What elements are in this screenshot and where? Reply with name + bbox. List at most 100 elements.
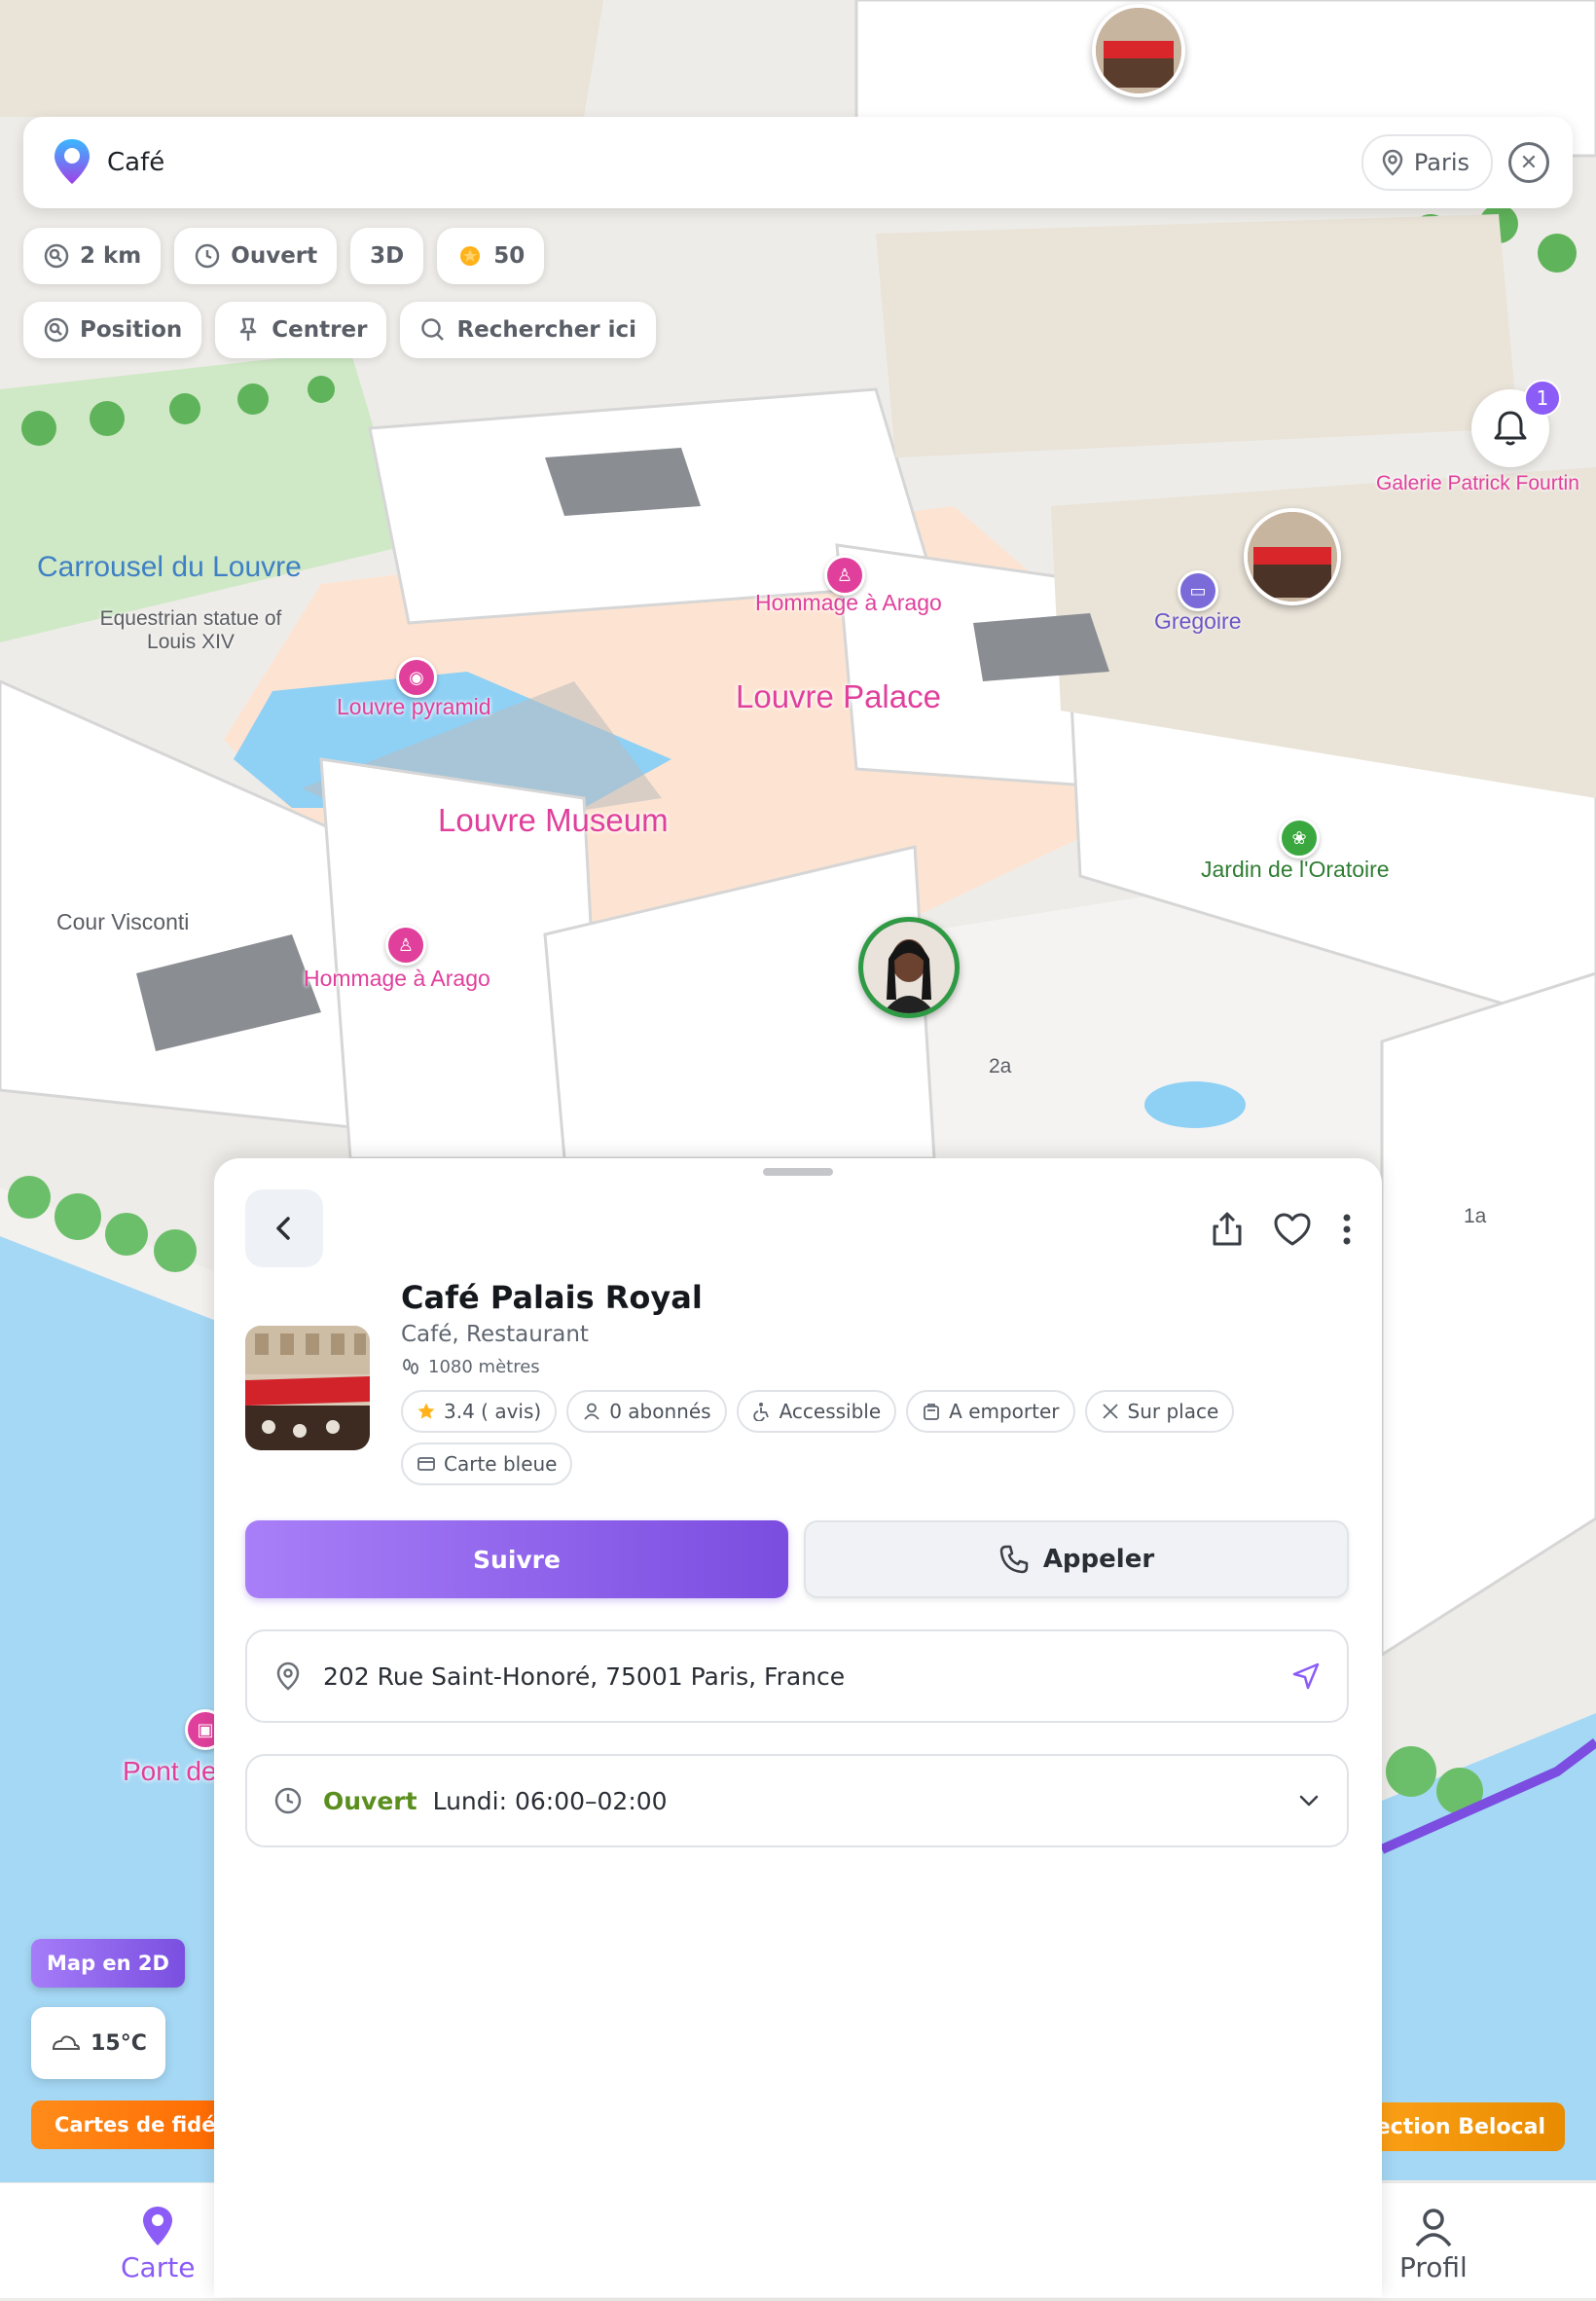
- takeaway-label: A emporter: [949, 1400, 1060, 1423]
- position-label: Position: [80, 317, 183, 343]
- filter-open-chip[interactable]: Ouvert: [174, 228, 338, 284]
- city-selector[interactable]: Paris: [1360, 134, 1493, 191]
- navigate-icon[interactable]: [1290, 1661, 1322, 1692]
- clock-icon: [196, 243, 220, 269]
- hotel-pin-icon[interactable]: ▭: [1178, 570, 1218, 611]
- map-label-equestrian[interactable]: Equestrian statue of Louis XIV: [93, 607, 288, 654]
- address-text: 202 Rue Saint-Honoré, 75001 Paris, Franc…: [323, 1662, 846, 1691]
- call-button[interactable]: Appeler: [804, 1520, 1349, 1598]
- heart-icon[interactable]: [1273, 1212, 1312, 1247]
- card-payment-label: Carte bleue: [444, 1452, 558, 1476]
- camera-pin-icon[interactable]: ◉: [396, 657, 437, 698]
- wheelchair-icon: [752, 1403, 769, 1421]
- map-label-galerie[interactable]: Galerie Patrick Fourtin: [1376, 472, 1579, 495]
- coin-icon: [460, 246, 481, 266]
- map-pin-icon: [143, 2207, 173, 2246]
- user-avatar-pin[interactable]: [858, 917, 960, 1018]
- monument-pin-icon[interactable]: ♙: [385, 925, 426, 966]
- place-detail-sheet: Café Palais Royal Café, Restaurant 1080 …: [214, 1158, 1382, 2297]
- notification-count-badge: 1: [1524, 380, 1561, 417]
- app-logo-icon: [54, 139, 90, 184]
- share-icon[interactable]: [1211, 1211, 1244, 1248]
- filter-open-label: Ouvert: [231, 243, 318, 269]
- map-label-pont[interactable]: Pont de: [123, 1756, 217, 1787]
- garden-pin-icon[interactable]: ❀: [1279, 818, 1320, 858]
- card-payment-tag: Carte bleue: [401, 1443, 573, 1485]
- call-label: Appeler: [1042, 1545, 1155, 1574]
- place-distance: 1080 mètres: [401, 1357, 540, 1377]
- cafe-photo-icon: [245, 1326, 370, 1450]
- search-icon: [421, 318, 445, 341]
- map-label-louvre-museum[interactable]: Louvre Museum: [438, 802, 669, 839]
- star-icon: [417, 1403, 435, 1419]
- map-label-louvre-palace[interactable]: Louvre Palace: [736, 678, 941, 715]
- followers-label: 0 abonnés: [609, 1400, 711, 1423]
- map-label-jardin[interactable]: Jardin de l'Oratoire: [1201, 857, 1390, 883]
- followers-tag[interactable]: 0 abonnés: [566, 1390, 727, 1433]
- filter-coins-label: 50: [493, 243, 526, 269]
- back-button[interactable]: [245, 1189, 323, 1267]
- map-label-cour-visconti[interactable]: Cour Visconti: [56, 909, 189, 935]
- radius-icon: [44, 243, 69, 269]
- user-icon: [584, 1403, 599, 1420]
- position-chip[interactable]: Position: [23, 302, 202, 358]
- opening-hours-field[interactable]: Ouvert Lundi: 06:00–02:00: [245, 1754, 1349, 1847]
- nav-profile-label: Profil: [1399, 2251, 1468, 2283]
- map-label-gregoire[interactable]: Gregoire: [1154, 608, 1241, 635]
- phone-icon: [999, 1545, 1029, 1574]
- location-pin-icon: [276, 1662, 300, 1691]
- filter-coins-chip[interactable]: 50: [437, 228, 545, 284]
- address-field[interactable]: 202 Rue Saint-Honoré, 75001 Paris, Franc…: [245, 1629, 1349, 1723]
- sheet-drag-handle[interactable]: [763, 1168, 833, 1176]
- nav-map-tab[interactable]: Carte: [121, 2205, 195, 2283]
- chevron-down-icon[interactable]: [1296, 1788, 1322, 1813]
- bag-icon: [924, 1404, 940, 1420]
- map-label-hommage-arago-2[interactable]: Hommage à Arago: [304, 966, 490, 992]
- distance-label: 1080 mètres: [428, 1357, 540, 1377]
- clock-icon: [274, 1787, 302, 1814]
- follow-button[interactable]: Suivre: [245, 1520, 788, 1598]
- filter-row-2: Position Centrer Rechercher ici: [23, 302, 657, 358]
- place-name: Café Palais Royal: [401, 1279, 703, 1316]
- rating-label: 3.4 ( avis): [444, 1400, 542, 1423]
- city-label: Paris: [1413, 149, 1469, 176]
- loyalty-cards-button[interactable]: Cartes de fidélité: [31, 2100, 226, 2149]
- map-label-1a: 1a: [1464, 1205, 1487, 1227]
- filter-3d-chip[interactable]: 3D: [350, 228, 424, 284]
- monument-pin-icon[interactable]: ♙: [824, 555, 865, 596]
- temperature-label: 15°C: [91, 2030, 147, 2056]
- nav-profile-tab[interactable]: Profil: [1399, 2205, 1468, 2283]
- search-bar[interactable]: Café Paris ✕: [23, 117, 1573, 208]
- place-tags: 3.4 ( avis) 0 abonnés Accessible A empor…: [401, 1390, 1257, 1485]
- place-category: Café, Restaurant: [401, 1322, 589, 1347]
- map-label-2a: 2a: [989, 1055, 1012, 1077]
- map-2d-toggle-button[interactable]: Map en 2D: [31, 1939, 185, 1988]
- search-here-chip[interactable]: Rechercher ici: [400, 302, 657, 358]
- search-input[interactable]: Café: [107, 148, 1361, 177]
- cafe-photo-pin-selected[interactable]: [1244, 508, 1341, 605]
- pin-icon: [240, 317, 257, 341]
- filter-row-1: 2 km Ouvert 3D 50: [23, 228, 545, 284]
- map-label-louvre-pyramid[interactable]: Louvre pyramid: [337, 694, 491, 720]
- cutlery-icon: [1102, 1404, 1118, 1419]
- filter-3d-label: 3D: [370, 243, 405, 269]
- cafe-photo-icon: [1248, 512, 1337, 602]
- avatar-icon: [863, 922, 955, 1013]
- map-label-carrousel[interactable]: Carrousel du Louvre: [37, 551, 302, 584]
- profile-icon: [1415, 2209, 1452, 2247]
- open-status: Ouvert: [323, 1786, 417, 1815]
- chevron-left-icon: [276, 1217, 290, 1240]
- clear-search-button[interactable]: ✕: [1508, 142, 1549, 183]
- nav-map-label: Carte: [121, 2251, 196, 2283]
- place-photo[interactable]: [245, 1326, 370, 1450]
- more-vertical-icon[interactable]: [1341, 1212, 1353, 1247]
- sheet-actions: [1211, 1211, 1353, 1248]
- cafe-photo-icon: [1096, 8, 1181, 93]
- weather-widget[interactable]: 15°C: [31, 2007, 165, 2079]
- rating-tag[interactable]: 3.4 ( avis): [401, 1390, 558, 1433]
- accessible-label: Accessible: [779, 1400, 882, 1423]
- cafe-photo-pin[interactable]: [1092, 4, 1185, 97]
- center-chip[interactable]: Centrer: [215, 302, 387, 358]
- filter-radius-chip[interactable]: 2 km: [23, 228, 162, 284]
- dine-in-tag: Sur place: [1084, 1390, 1235, 1433]
